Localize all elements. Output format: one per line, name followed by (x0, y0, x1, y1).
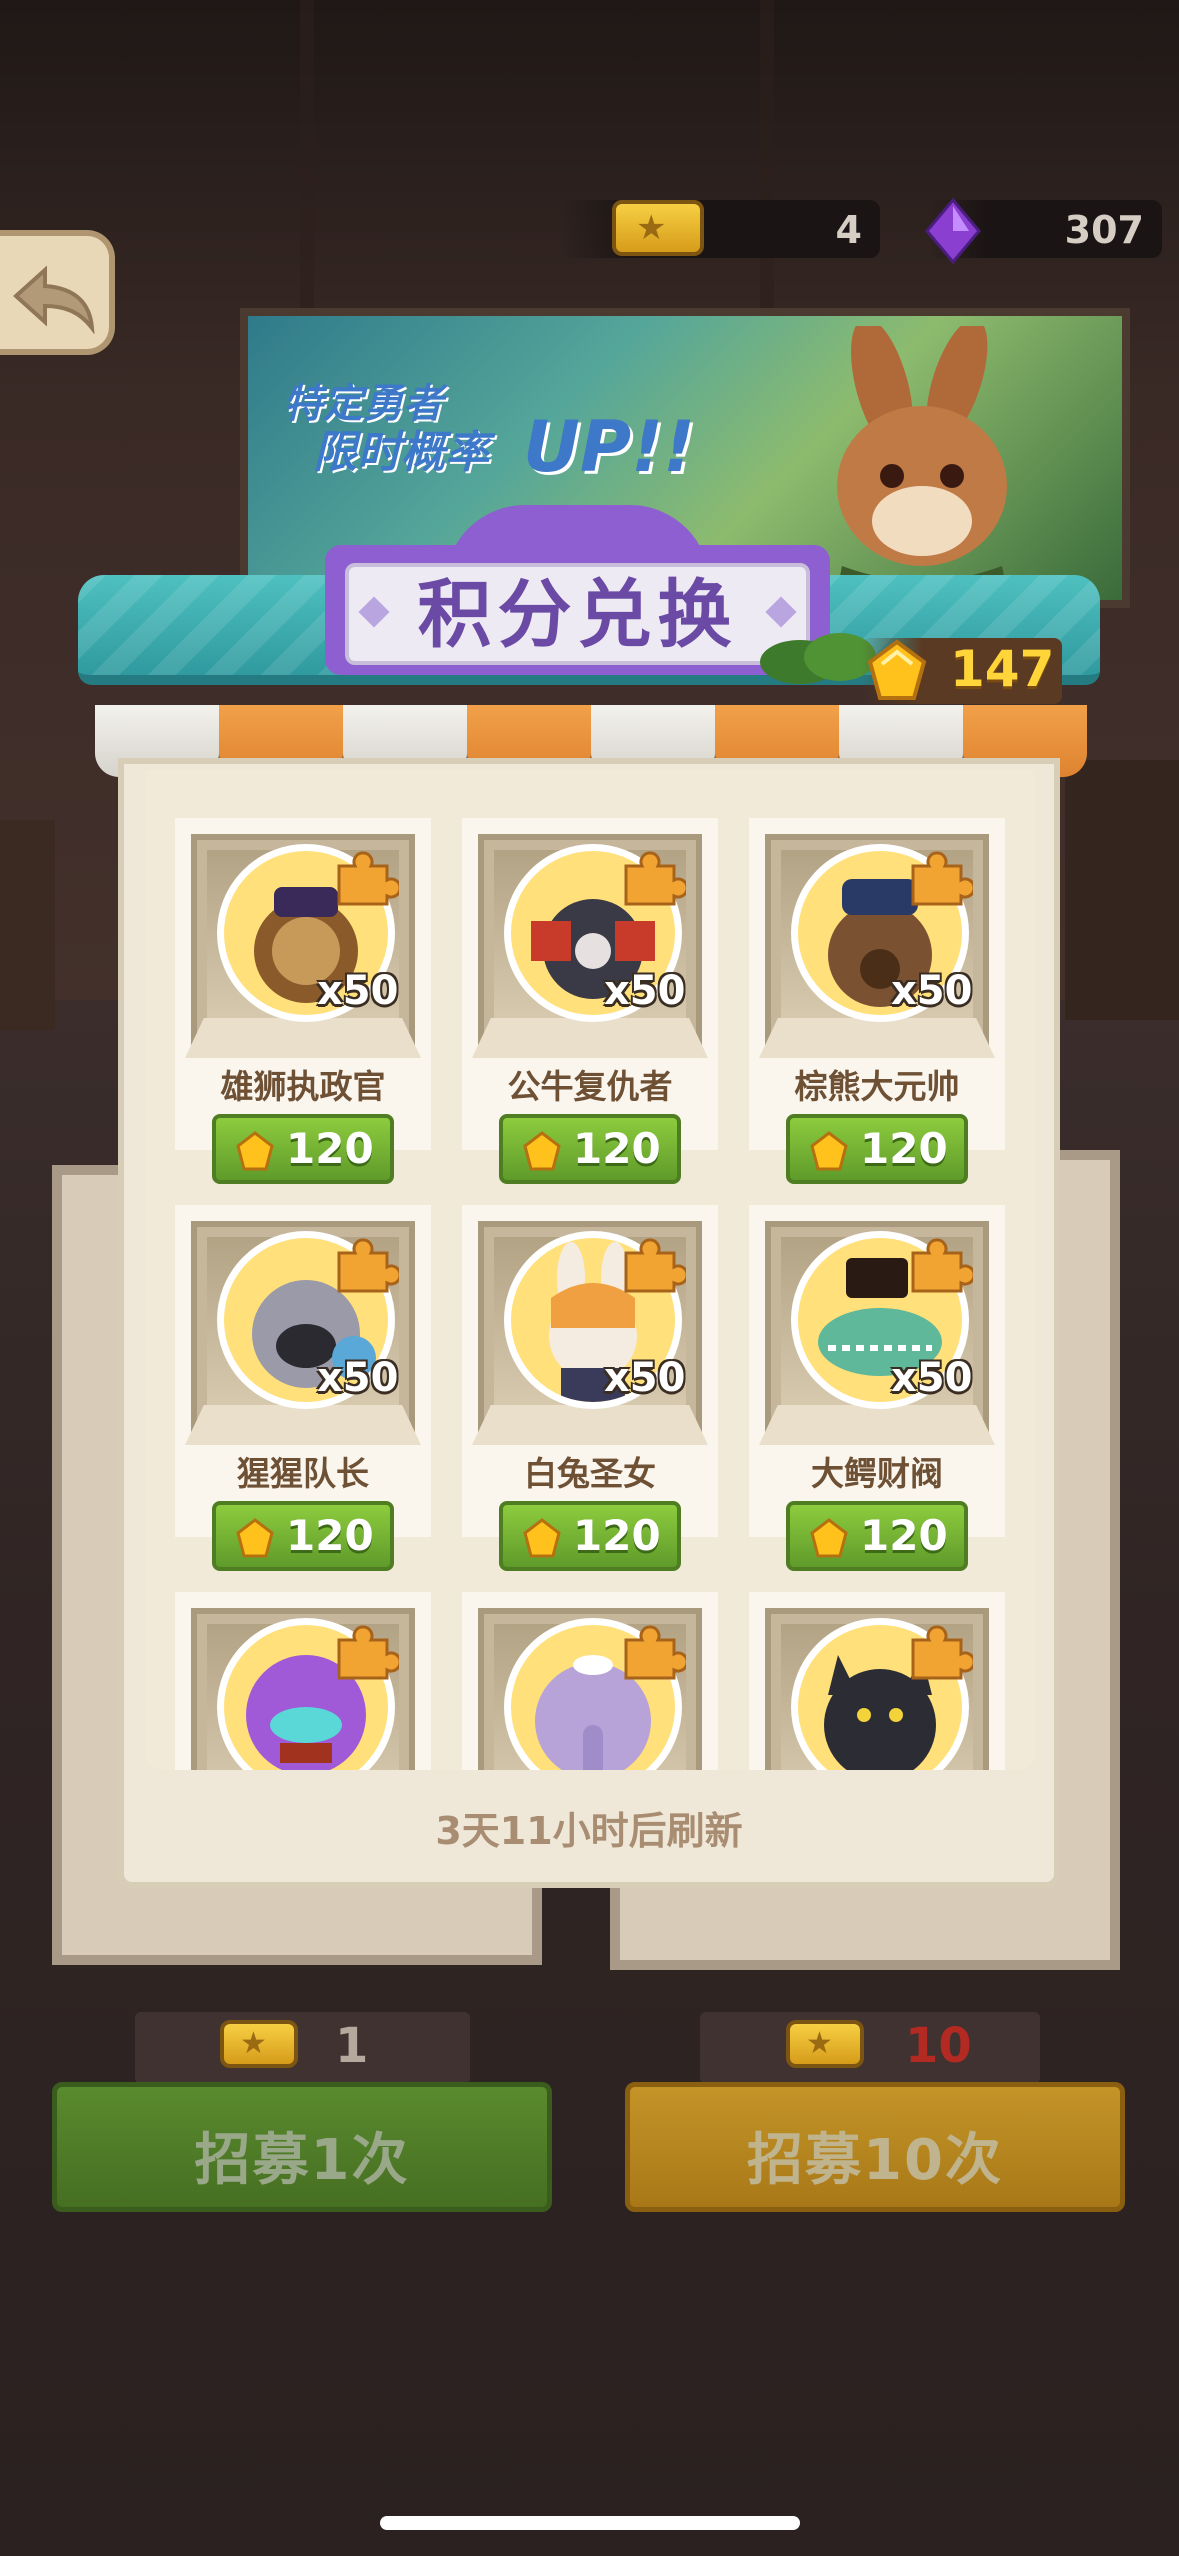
ticket-icon: ★ (220, 2020, 298, 2068)
item-price: 120 (573, 1511, 661, 1560)
item-name: 猩猩队长 (237, 1454, 369, 1493)
shop-item-grid[interactable]: x50 雄狮执政官 120 x50 公牛复仇者 120 x50 棕熊大元帅 12… (145, 770, 1035, 1770)
shop-item[interactable]: x50 白兔圣女 120 (462, 1205, 718, 1571)
ticket-count: 4 (835, 208, 862, 252)
gem-count: 307 (1064, 208, 1144, 252)
back-button[interactable] (0, 230, 115, 355)
puzzle-piece-icon (911, 1625, 973, 1680)
buy-button[interactable]: 120 (499, 1501, 681, 1571)
item-price: 120 (860, 1511, 948, 1560)
shop-item[interactable]: x50 公牛复仇者 120 (462, 818, 718, 1184)
back-arrow-icon (13, 265, 95, 334)
ten-recruit-cost (700, 2012, 1040, 2084)
puzzle-piece-icon (337, 1625, 399, 1680)
item-quantity: x50 (604, 968, 686, 1014)
item-quantity: x50 (604, 1355, 686, 1401)
points-value: 147 (950, 640, 1055, 698)
buy-button[interactable]: 120 (212, 1501, 394, 1571)
acorn-icon (236, 1518, 274, 1558)
acorn-icon (523, 1131, 561, 1171)
buy-button[interactable]: 120 (212, 1114, 394, 1184)
gem-icon (925, 198, 981, 264)
acorn-icon (810, 1518, 848, 1558)
single-recruit-cost-value: 1 (335, 2018, 369, 2074)
buy-button[interactable]: 120 (786, 1114, 968, 1184)
item-name: 公牛复仇者 (507, 1067, 673, 1106)
shop-item[interactable]: x50 雄狮执政官 120 (175, 818, 431, 1184)
puzzle-piece-icon (337, 851, 399, 906)
side-decoration (1065, 760, 1179, 1020)
ticket-counter: 4 (560, 200, 880, 258)
acorn-icon (236, 1131, 274, 1171)
points-acorn-icon (867, 639, 927, 700)
item-name: 雄狮执政官 (220, 1067, 386, 1106)
side-decoration (0, 820, 55, 1030)
item-price: 120 (573, 1124, 661, 1173)
shop-item[interactable] (749, 1592, 1005, 1770)
puzzle-piece-icon (624, 851, 686, 906)
item-name: 白兔圣女 (524, 1454, 656, 1493)
item-quantity: x50 (317, 1355, 399, 1401)
shop-item[interactable]: x50 棕熊大元帅 120 (749, 818, 1005, 1184)
recruit-ten-label: 招募10次 (747, 2128, 1003, 2193)
ticket-icon: ★ (612, 200, 704, 256)
recruit-ten-button[interactable]: 招募10次 (625, 2082, 1125, 2212)
refresh-timer: 3天11小时后刷新 (435, 1809, 743, 1853)
banner-line2: 限时概率 (313, 427, 489, 478)
puzzle-piece-icon (911, 1238, 973, 1293)
home-indicator[interactable] (380, 2516, 800, 2530)
item-price: 120 (286, 1511, 374, 1560)
item-price: 120 (860, 1124, 948, 1173)
recruit-once-label: 招募1次 (194, 2128, 410, 2193)
acorn-icon (810, 1131, 848, 1171)
buy-button[interactable]: 120 (786, 1501, 968, 1571)
item-name: 大鳄财阀 (811, 1454, 943, 1493)
acorn-icon (523, 1518, 561, 1558)
single-recruit-cost (135, 2012, 470, 2084)
puzzle-piece-icon (337, 1238, 399, 1293)
item-quantity: x50 (317, 968, 399, 1014)
item-quantity: x50 (891, 968, 973, 1014)
puzzle-piece-icon (624, 1625, 686, 1680)
puzzle-piece-icon (911, 851, 973, 906)
item-name: 棕熊大元帅 (794, 1067, 960, 1106)
banner-highlight: UP!! (523, 406, 695, 488)
shop-title-plate: 积分兑换 (325, 505, 830, 675)
shop-title: 积分兑换 (417, 572, 738, 658)
shop-item[interactable] (175, 1592, 431, 1770)
recruit-once-button[interactable]: 招募1次 (52, 2082, 552, 2212)
shop-item[interactable] (462, 1592, 718, 1770)
shop-item[interactable]: x50 猩猩队长 120 (175, 1205, 431, 1571)
ticket-icon: ★ (786, 2020, 864, 2068)
item-quantity: x50 (891, 1355, 973, 1401)
item-price: 120 (286, 1124, 374, 1173)
buy-button[interactable]: 120 (499, 1114, 681, 1184)
ten-recruit-cost-value: 10 (905, 2018, 972, 2074)
puzzle-piece-icon (624, 1238, 686, 1293)
shop-item[interactable]: x50 大鳄财阀 120 (749, 1205, 1005, 1571)
